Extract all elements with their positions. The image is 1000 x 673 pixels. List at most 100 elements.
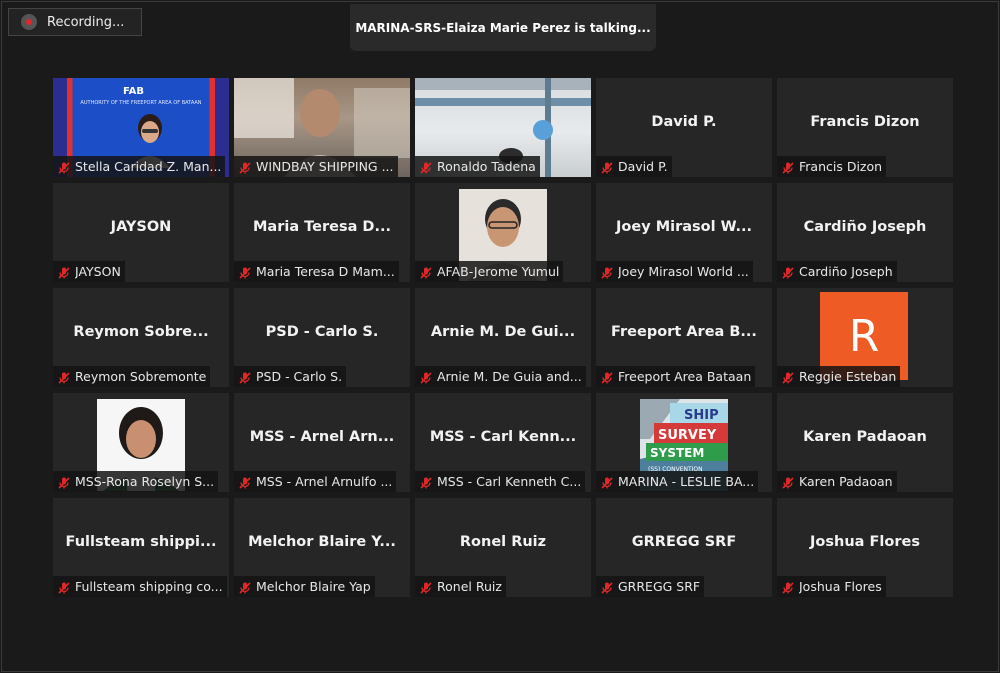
participant-tile[interactable]: R Reggie Esteban [777, 288, 953, 387]
participant-name-label: Fullsteam shipping co... [53, 576, 227, 597]
participant-name-label: WINDBAY SHIPPING ... [234, 156, 398, 177]
participant-name-label: Reggie Esteban [777, 366, 901, 387]
participant-tile[interactable]: Francis Dizon Francis Dizon [777, 78, 953, 177]
participant-tile[interactable]: JAYSON JAYSON [53, 183, 229, 282]
muted-mic-icon [600, 370, 614, 384]
participant-name: David P. [618, 159, 668, 174]
participant-name-label: David P. [596, 156, 672, 177]
muted-mic-icon [238, 370, 252, 384]
participant-name: Freeport Area Bataan [618, 369, 752, 384]
participant-name: JAYSON [75, 264, 121, 279]
ship-text-line2: SURVEY [658, 428, 717, 443]
participant-name: Arnie M. De Guia and... [437, 369, 582, 384]
participant-tile[interactable]: Joey Mirasol W... Joey Mirasol World ... [596, 183, 772, 282]
participant-tile[interactable]: Cardiño Joseph Cardiño Joseph [777, 183, 953, 282]
participant-display-name: Freeport Area B... [611, 324, 757, 340]
participant-display-name: Melchor Blaire Y... [248, 534, 396, 550]
participant-tile[interactable]: MSS - Carl Kenn... MSS - Carl Kenneth C..… [415, 393, 591, 492]
muted-mic-icon [57, 265, 71, 279]
participant-name: Fullsteam shipping co... [75, 579, 223, 594]
participant-display-name: Cardiño Joseph [803, 219, 927, 235]
participant-name: Joey Mirasol World ... [618, 264, 749, 279]
participant-name-label: Stella Caridad Z. Man... [53, 156, 226, 177]
participant-name-label: JAYSON [53, 261, 125, 282]
participant-name-label: MARINA - LESLIE BA... [596, 471, 759, 492]
participant-name-label: Ronel Ruiz [415, 576, 506, 597]
participant-tile[interactable]: PSD - Carlo S. PSD - Carlo S. [234, 288, 410, 387]
participant-tile[interactable]: MSS - Arnel Arn... MSS - Arnel Arnulfo ..… [234, 393, 410, 492]
participant-display-name: Joshua Flores [810, 534, 920, 550]
participant-name: Ronel Ruiz [437, 579, 502, 594]
participant-display-name: GRREGG SRF [631, 534, 737, 550]
participant-name: Cardiño Joseph [799, 264, 893, 279]
participant-display-name: Arnie M. De Gui... [430, 324, 576, 340]
participant-tile[interactable]: Arnie M. De Gui... Arnie M. De Guia and..… [415, 288, 591, 387]
participant-tile[interactable]: Melchor Blaire Y... Melchor Blaire Yap [234, 498, 410, 597]
muted-mic-icon [781, 580, 795, 594]
participant-name: MSS-Rona Roselyn S... [75, 474, 215, 489]
muted-mic-icon [238, 580, 252, 594]
recording-indicator[interactable]: Recording... [8, 8, 142, 36]
afab-logo-subtitle: AUTHORITY OF THE FREEPORT AREA OF BATAAN [80, 100, 202, 106]
ship-text-line3: SYSTEM [650, 446, 704, 460]
muted-mic-icon [238, 160, 252, 174]
participant-tile[interactable]: WINDBAY SHIPPING ... [234, 78, 410, 177]
participant-name: MSS - Arnel Arnulfo ... [256, 474, 393, 489]
participant-name: Francis Dizon [799, 159, 883, 174]
muted-mic-icon [600, 160, 614, 174]
participant-display-name: Reymon Sobre... [73, 324, 209, 340]
participant-tile[interactable]: Ronaldo Tadena [415, 78, 591, 177]
participant-name-label: Ronaldo Tadena [415, 156, 540, 177]
participant-tile[interactable]: Joshua Flores Joshua Flores [777, 498, 953, 597]
participant-name: MSS - Carl Kenneth C... [437, 474, 582, 489]
participant-name: Ronaldo Tadena [437, 159, 536, 174]
muted-mic-icon [781, 370, 795, 384]
participant-display-name: PSD - Carlo S. [265, 324, 379, 340]
participant-tile[interactable]: David P. David P. [596, 78, 772, 177]
afab-logo-text: FAB [123, 86, 145, 97]
participant-name: Reggie Esteban [799, 369, 897, 384]
muted-mic-icon [600, 580, 614, 594]
participant-tile[interactable]: AFAB-Jerome Yumul [415, 183, 591, 282]
participant-tile[interactable]: Fullsteam shippi... Fullsteam shipping co… [53, 498, 229, 597]
recording-icon [21, 14, 37, 30]
participant-name-label: Freeport Area Bataan [596, 366, 756, 387]
participant-tile[interactable]: GRREGG SRF GRREGG SRF [596, 498, 772, 597]
participant-name-label: Joey Mirasol World ... [596, 261, 753, 282]
participant-display-name: David P. [651, 114, 717, 130]
participant-tile[interactable]: Karen Padaoan Karen Padaoan [777, 393, 953, 492]
participant-tile[interactable]: SHIP SURVEY SYSTEM (SS) CONVENTION MARINA - … [596, 393, 772, 492]
participant-name: PSD - Carlo S. [256, 369, 343, 384]
ship-text-line1: SHIP [684, 408, 719, 423]
meeting-window: Recording... MARINA-SRS-Elaiza Marie Per… [1, 1, 999, 672]
participant-name-label: Cardiño Joseph [777, 261, 897, 282]
participant-name: AFAB-Jerome Yumul [437, 264, 560, 279]
participant-name-label: Melchor Blaire Yap [234, 576, 375, 597]
participant-tile[interactable]: Freeport Area B... Freeport Area Bataan [596, 288, 772, 387]
participant-tile[interactable]: Reymon Sobre... Reymon Sobremonte [53, 288, 229, 387]
participant-tile[interactable]: FAB AUTHORITY OF THE FREEPORT AREA OF BAT… [53, 78, 229, 177]
participant-tile[interactable]: MSS-Rona Roselyn S... [53, 393, 229, 492]
muted-mic-icon [781, 265, 795, 279]
muted-mic-icon [600, 265, 614, 279]
participant-name: Stella Caridad Z. Man... [75, 159, 222, 174]
participant-name-label: Francis Dizon [777, 156, 887, 177]
muted-mic-icon [57, 580, 71, 594]
participant-display-name: Karen Padaoan [803, 429, 927, 445]
participant-name: Karen Padaoan [799, 474, 893, 489]
muted-mic-icon [419, 475, 433, 489]
participant-name-label: AFAB-Jerome Yumul [415, 261, 564, 282]
participant-name-label: GRREGG SRF [596, 576, 705, 597]
participant-name-label: Arnie M. De Guia and... [415, 366, 586, 387]
participant-name-label: MSS - Arnel Arnulfo ... [234, 471, 397, 492]
participant-name-label: PSD - Carlo S. [234, 366, 347, 387]
participant-name: Reymon Sobremonte [75, 369, 207, 384]
participant-name: GRREGG SRF [618, 579, 701, 594]
participant-tile[interactable]: Ronel Ruiz Ronel Ruiz [415, 498, 591, 597]
participant-tile[interactable]: Maria Teresa D... Maria Teresa D Mam... [234, 183, 410, 282]
participant-name-label: Maria Teresa D Mam... [234, 261, 399, 282]
muted-mic-icon [238, 475, 252, 489]
muted-mic-icon [419, 160, 433, 174]
muted-mic-icon [419, 265, 433, 279]
participant-display-name: Joey Mirasol W... [616, 219, 752, 235]
